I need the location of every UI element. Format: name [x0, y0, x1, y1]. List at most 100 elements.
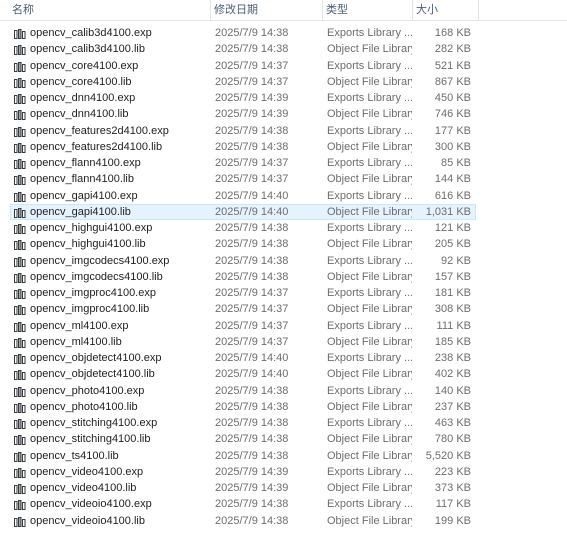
file-name: opencv_features2d4100.exp	[30, 124, 169, 137]
file-row[interactable]: opencv_objdetect4100.exp 2025/7/9 14:40 Ex…	[0, 350, 567, 366]
file-row[interactable]: opencv_objdetect4100.lib 2025/7/9 14:40 Ob…	[0, 366, 567, 382]
file-row[interactable]: opencv_dnn4100.exp 2025/7/9 14:39 Exports …	[0, 90, 567, 106]
file-name: opencv_core4100.exp	[30, 59, 139, 72]
library-file-icon	[14, 142, 26, 153]
file-row[interactable]: opencv_features2d4100.lib 2025/7/9 14:38 O…	[0, 139, 567, 155]
file-type: Exports Library ...	[327, 59, 412, 72]
library-file-icon	[14, 239, 26, 251]
file-modified-date: 2025/7/9 14:38	[215, 400, 289, 413]
file-row[interactable]: opencv_ml4100.lib 2025/7/9 14:37 Object Fi…	[0, 334, 567, 350]
file-row[interactable]: opencv_gapi4100.lib 2025/7/9 14:40 Object …	[0, 203, 567, 220]
file-type: Object File Library	[327, 238, 412, 251]
file-name: opencv_objdetect4100.lib	[30, 368, 155, 381]
file-row[interactable]: opencv_ml4100.exp 2025/7/9 14:37 Exports L…	[0, 318, 567, 334]
file-modified-date: 2025/7/9 14:38	[215, 27, 289, 39]
file-type: Exports Library ...	[327, 287, 412, 299]
library-file-icon	[14, 483, 26, 494]
file-type: Exports Library ...	[327, 92, 412, 104]
file-row[interactable]: opencv_videoio4100.exp 2025/7/9 14:38 Expo…	[0, 496, 567, 512]
file-row[interactable]: opencv_gapi4100.exp 2025/7/9 14:40 Exports…	[0, 188, 567, 204]
column-header-size[interactable]: 大小	[412, 0, 479, 20]
library-file-icon	[14, 61, 26, 72]
file-size: 282 KB	[434, 43, 471, 56]
file-size: 373 KB	[434, 482, 471, 494]
file-explorer-list: 名称 修改日期 类型 大小 opencv_calib3d4100.exp 2025…	[0, 0, 567, 554]
file-row[interactable]: opencv_calib3d4100.exp 2025/7/9 14:38 Expo…	[0, 25, 567, 41]
library-file-icon	[14, 369, 26, 381]
file-type: Object File Library	[327, 43, 412, 56]
library-file-icon	[14, 207, 26, 218]
file-rows: opencv_calib3d4100.exp 2025/7/9 14:38 Expo…	[0, 25, 567, 529]
file-size: 85 KB	[441, 157, 471, 169]
file-row[interactable]: opencv_features2d4100.exp 2025/7/9 14:38 E…	[0, 123, 567, 139]
file-modified-date: 2025/7/9 14:38	[215, 384, 289, 397]
file-row[interactable]: opencv_stitching4100.exp 2025/7/9 14:38 Ex…	[0, 415, 567, 431]
file-size: 223 KB	[434, 465, 471, 478]
library-file-icon	[14, 28, 26, 39]
file-modified-date: 2025/7/9 14:37	[215, 319, 289, 332]
file-type: Exports Library ...	[327, 222, 412, 234]
library-file-icon	[14, 126, 26, 137]
file-size: 121 KB	[434, 222, 471, 234]
library-file-icon	[14, 93, 26, 104]
file-size: 177 KB	[434, 124, 471, 137]
file-size: 1,031 KB	[425, 205, 471, 218]
file-row[interactable]: opencv_flann4100.exp 2025/7/9 14:37 Export…	[0, 155, 567, 171]
file-row[interactable]: opencv_imgproc4100.exp 2025/7/9 14:37 Expo…	[0, 285, 567, 301]
file-modified-date: 2025/7/9 14:38	[215, 449, 289, 462]
file-name: opencv_flann4100.exp	[30, 157, 141, 169]
file-name: opencv_ml4100.exp	[30, 319, 129, 332]
file-name: opencv_highgui4100.lib	[30, 238, 146, 251]
file-type: Object File Library	[327, 514, 412, 527]
file-row[interactable]: opencv_photo4100.lib 2025/7/9 14:38 Object…	[0, 399, 567, 415]
file-modified-date: 2025/7/9 14:39	[215, 92, 289, 104]
file-type: Object File Library	[327, 335, 412, 348]
column-header-type[interactable]: 类型	[322, 0, 413, 20]
file-name: opencv_photo4100.exp	[30, 384, 145, 397]
library-file-icon	[14, 467, 26, 478]
file-row[interactable]: opencv_flann4100.lib 2025/7/9 14:37 Object…	[0, 171, 567, 187]
file-modified-date: 2025/7/9 14:38	[215, 498, 289, 511]
file-modified-date: 2025/7/9 14:40	[215, 189, 289, 202]
file-modified-date: 2025/7/9 14:40	[215, 352, 289, 364]
file-row[interactable]: opencv_dnn4100.lib 2025/7/9 14:39 Object F…	[0, 106, 567, 122]
file-row[interactable]: opencv_imgcodecs4100.exp 2025/7/9 14:38 Ex…	[0, 253, 567, 269]
file-row[interactable]: opencv_highgui4100.exp 2025/7/9 14:38 Expo…	[0, 220, 567, 236]
file-row[interactable]: opencv_ts4100.lib 2025/7/9 14:38 Object Fi…	[0, 448, 567, 464]
file-name: opencv_photo4100.lib	[30, 400, 138, 413]
file-name: opencv_video4100.exp	[30, 465, 144, 478]
library-file-icon	[14, 158, 26, 169]
file-modified-date: 2025/7/9 14:38	[215, 140, 289, 153]
file-modified-date: 2025/7/9 14:38	[215, 43, 289, 56]
column-header-name[interactable]: 名称	[8, 0, 211, 20]
file-row[interactable]: opencv_video4100.exp 2025/7/9 14:39 Export…	[0, 464, 567, 480]
file-row[interactable]: opencv_calib3d4100.lib 2025/7/9 14:38 Obje…	[0, 41, 567, 57]
file-type: Exports Library ...	[327, 124, 412, 137]
library-file-icon	[14, 402, 26, 413]
file-row[interactable]: opencv_highgui4100.lib 2025/7/9 14:38 Obje…	[0, 236, 567, 252]
file-row[interactable]: opencv_video4100.lib 2025/7/9 14:39 Object…	[0, 480, 567, 496]
file-row[interactable]: opencv_photo4100.exp 2025/7/9 14:38 Export…	[0, 383, 567, 399]
library-file-icon	[14, 434, 26, 446]
column-header-date[interactable]: 修改日期	[210, 0, 323, 20]
library-file-icon	[14, 44, 26, 56]
file-row[interactable]: opencv_core4100.lib 2025/7/9 14:37 Object …	[0, 74, 567, 90]
file-type: Object File Library	[327, 108, 412, 121]
file-size: 181 KB	[434, 287, 471, 299]
library-file-icon	[14, 386, 26, 397]
file-row[interactable]: opencv_videoio4100.lib 2025/7/9 14:38 Obje…	[0, 513, 567, 529]
file-row[interactable]: opencv_core4100.exp 2025/7/9 14:37 Exports…	[0, 58, 567, 74]
file-row[interactable]: opencv_stitching4100.lib 2025/7/9 14:38 Ob…	[0, 431, 567, 447]
file-type: Exports Library ...	[327, 319, 412, 332]
file-name: opencv_videoio4100.exp	[30, 498, 152, 511]
file-row[interactable]: opencv_imgcodecs4100.lib 2025/7/9 14:38 Ob…	[0, 269, 567, 285]
file-modified-date: 2025/7/9 14:38	[215, 514, 289, 527]
file-size: 450 KB	[434, 92, 471, 104]
file-type: Exports Library ...	[327, 498, 412, 511]
file-type: Exports Library ...	[327, 189, 412, 202]
file-row[interactable]: opencv_imgproc4100.lib 2025/7/9 14:37 Obje…	[0, 301, 567, 317]
file-name: opencv_calib3d4100.lib	[30, 43, 145, 56]
file-type: Object File Library	[327, 303, 412, 316]
file-modified-date: 2025/7/9 14:38	[215, 254, 289, 267]
file-type: Object File Library	[327, 270, 412, 283]
